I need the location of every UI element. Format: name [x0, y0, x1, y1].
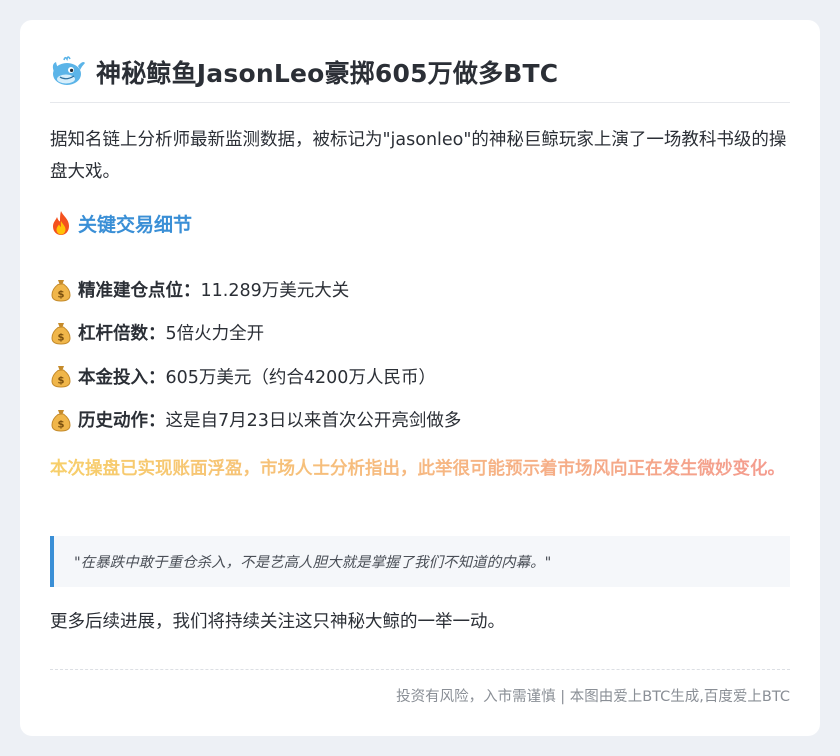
page-title: 神秘鲸鱼JasonLeo豪掷605万做多BTC: [96, 59, 559, 88]
section-heading: 关键交易细节: [50, 208, 192, 238]
detail-label: 历史动作：: [78, 411, 166, 432]
detail-item-leverage: $ 杠杆倍数： 5倍火力全开: [50, 311, 790, 354]
detail-value: 这是自7月23日以来首次公开亮剑做多: [165, 411, 462, 432]
title-row: 神秘鲸鱼JasonLeo豪掷605万做多BTC: [50, 52, 790, 92]
closing-paragraph: 更多后续进展，我们将持续关注这只神秘大鲸的一举一动。: [50, 612, 505, 632]
detail-label: 杠杆倍数：: [78, 324, 166, 345]
footer-disclaimer: 投资有风险，入市需谨慎 | 本图由爱上BTC生成,百度爱上BTC: [396, 689, 790, 705]
detail-value: 605万美元（约合4200万人民币）: [165, 367, 436, 388]
svg-text:$: $: [58, 419, 65, 430]
intro-paragraph: 据知名链上分析师最新监测数据，被标记为"jasonleo"的神秘巨鲸玩家上演了一…: [50, 130, 787, 182]
article-card: 神秘鲸鱼JasonLeo豪掷605万做多BTC 据知名链上分析师最新监测数据，被…: [20, 20, 820, 736]
detail-value: 5倍火力全开: [165, 324, 265, 345]
quote-text: "在暴跌中敢于重仓杀入，不是艺高人胆大就是掌握了我们不知道的内幕。": [74, 555, 552, 571]
detail-label: 本金投入：: [78, 367, 166, 388]
highlight-paragraph: 本次操盘已实现账面浮盈，市场人士分析指出，此举很可能预示着市场风向正在发生微妙变…: [50, 454, 794, 485]
details-list: $ 精准建仓点位： 11.289万美元大关 $ 杠杆倍数： 5倍火力全开 $ 本…: [50, 268, 790, 441]
fire-icon: [53, 211, 69, 235]
moneybag-icon: $: [51, 366, 71, 388]
svg-text:$: $: [58, 332, 65, 343]
footer-divider: [50, 669, 790, 670]
title-divider: [50, 102, 790, 103]
section-title: 关键交易细节: [78, 213, 193, 236]
quote-block: "在暴跌中敢于重仓杀入，不是艺高人胆大就是掌握了我们不知道的内幕。": [50, 536, 790, 587]
detail-item-history: $ 历史动作： 这是自7月23日以来首次公开亮剑做多: [50, 398, 790, 441]
detail-item-principal: $ 本金投入： 605万美元（约合4200万人民币）: [50, 355, 790, 398]
detail-label: 精准建仓点位：: [78, 281, 201, 302]
detail-item-entry-price: $ 精准建仓点位： 11.289万美元大关: [50, 268, 790, 311]
moneybag-icon: $: [51, 409, 71, 432]
moneybag-icon: $: [51, 322, 71, 345]
detail-value: 11.289万美元大关: [200, 281, 350, 302]
whale-icon: [52, 56, 85, 85]
svg-text:$: $: [58, 376, 65, 387]
svg-text:$: $: [58, 289, 65, 300]
moneybag-icon: $: [51, 279, 71, 302]
